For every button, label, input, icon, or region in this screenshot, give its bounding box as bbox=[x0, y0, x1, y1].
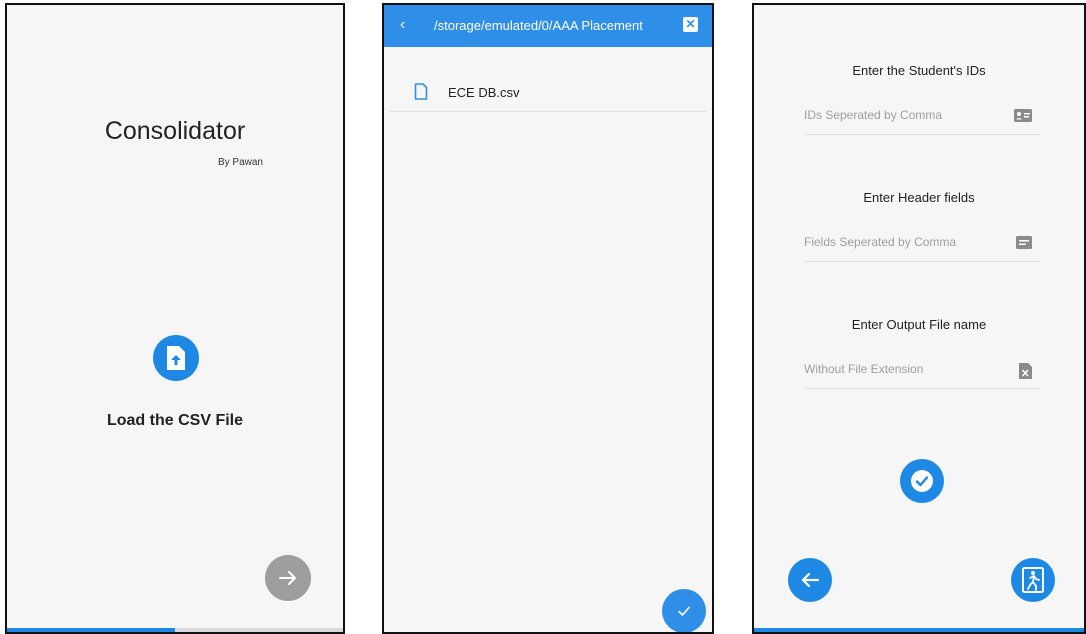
file-name: ECE DB.csv bbox=[448, 85, 520, 100]
student-ids-placeholder: IDs Seperated by Comma bbox=[804, 108, 943, 122]
student-ids-heading: Enter the Student's IDs bbox=[852, 63, 986, 78]
header-fields-placeholder: Fields Seperated by Comma bbox=[804, 235, 957, 249]
welcome-screen: Consolidator By Pawan Load the CSV File bbox=[5, 3, 345, 634]
back-chevron-icon[interactable]: ‹ bbox=[400, 16, 405, 34]
excel-file-icon bbox=[1019, 363, 1032, 379]
arrow-left-icon bbox=[801, 572, 820, 588]
current-path: /storage/emulated/0/AAA Placement bbox=[434, 18, 643, 33]
output-file-placeholder: Without File Extension bbox=[804, 362, 924, 376]
header-fields-heading: Enter Header fields bbox=[863, 190, 975, 205]
file-list-item[interactable]: ECE DB.csv bbox=[390, 73, 706, 112]
exit-door-icon bbox=[1022, 567, 1044, 593]
confirm-selection-button[interactable] bbox=[662, 589, 706, 632]
text-fields-icon bbox=[1016, 236, 1032, 249]
exit-button[interactable] bbox=[1011, 558, 1055, 602]
id-card-icon bbox=[1014, 109, 1032, 122]
app-title: Consolidator bbox=[104, 117, 246, 145]
file-icon bbox=[414, 83, 428, 100]
student-ids-field[interactable]: IDs Seperated by Comma bbox=[804, 100, 1040, 135]
output-file-field[interactable]: Without File Extension bbox=[804, 354, 1040, 389]
author-byline: By Pawan bbox=[217, 157, 263, 168]
arrow-right-icon bbox=[279, 571, 296, 585]
page-progress-bar bbox=[7, 628, 343, 632]
load-csv-label: Load the CSV File bbox=[106, 412, 243, 429]
output-file-heading: Enter Output File name bbox=[851, 317, 987, 332]
input-form-screen: Enter the Student's IDs IDs Seperated by… bbox=[752, 3, 1086, 634]
close-icon[interactable]: ✕ bbox=[683, 17, 698, 32]
file-picker-screen: ‹ /storage/emulated/0/AAA Placement ✕ EC… bbox=[382, 3, 714, 634]
next-button[interactable] bbox=[265, 555, 311, 601]
load-csv-button[interactable] bbox=[153, 335, 199, 381]
submit-button[interactable] bbox=[900, 459, 944, 503]
check-icon bbox=[678, 606, 690, 617]
page-progress-bar bbox=[754, 628, 1084, 632]
check-circle-icon bbox=[911, 470, 933, 492]
header-fields-field[interactable]: Fields Seperated by Comma bbox=[804, 227, 1040, 262]
page-progress-fill bbox=[7, 628, 175, 632]
file-upload-icon bbox=[167, 346, 185, 370]
back-button[interactable] bbox=[788, 558, 832, 602]
file-picker-appbar: ‹ /storage/emulated/0/AAA Placement ✕ bbox=[384, 5, 712, 47]
